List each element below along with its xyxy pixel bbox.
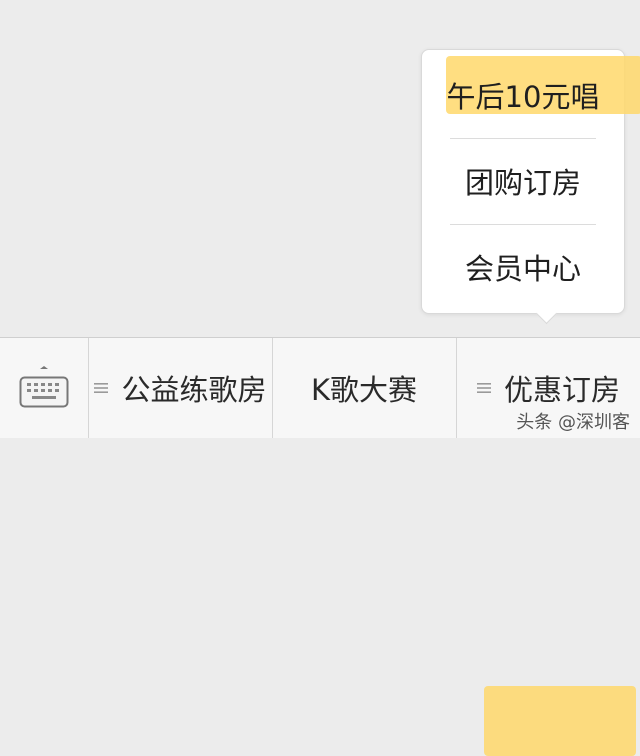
- tab-label: 优惠订房: [503, 373, 620, 407]
- tab-label: 公益练歌房: [121, 373, 267, 407]
- bottom-menu-bar: 公益练歌房 K歌大赛 优惠订房 头条 @深圳客: [0, 337, 640, 756]
- popup-menu: 午后10元唱 团购订房 会员中心: [421, 49, 640, 314]
- keyboard-icon: [19, 366, 69, 408]
- popup-item-group-booking[interactable]: 团购订房: [422, 138, 624, 224]
- popup-item-label: 会员中心: [464, 252, 581, 286]
- menu-lines-icon: [94, 383, 109, 393]
- menu-lines-icon: [476, 383, 491, 393]
- watermark: 头条 @深圳客: [516, 412, 630, 433]
- tab-karaoke-contest[interactable]: K歌大赛: [272, 338, 456, 438]
- keyboard-toggle-button[interactable]: [0, 338, 88, 438]
- popup-item-label: 团购订房: [464, 166, 581, 200]
- popup-item-label: 午后10元唱: [446, 80, 600, 114]
- highlight-mark: [484, 686, 636, 756]
- popup-item-member-center[interactable]: 会员中心: [422, 224, 624, 310]
- tab-public-practice-room[interactable]: 公益练歌房: [88, 338, 272, 438]
- popup-item-afternoon-sing[interactable]: 午后10元唱: [422, 52, 624, 138]
- tab-label: K歌大赛: [310, 373, 418, 407]
